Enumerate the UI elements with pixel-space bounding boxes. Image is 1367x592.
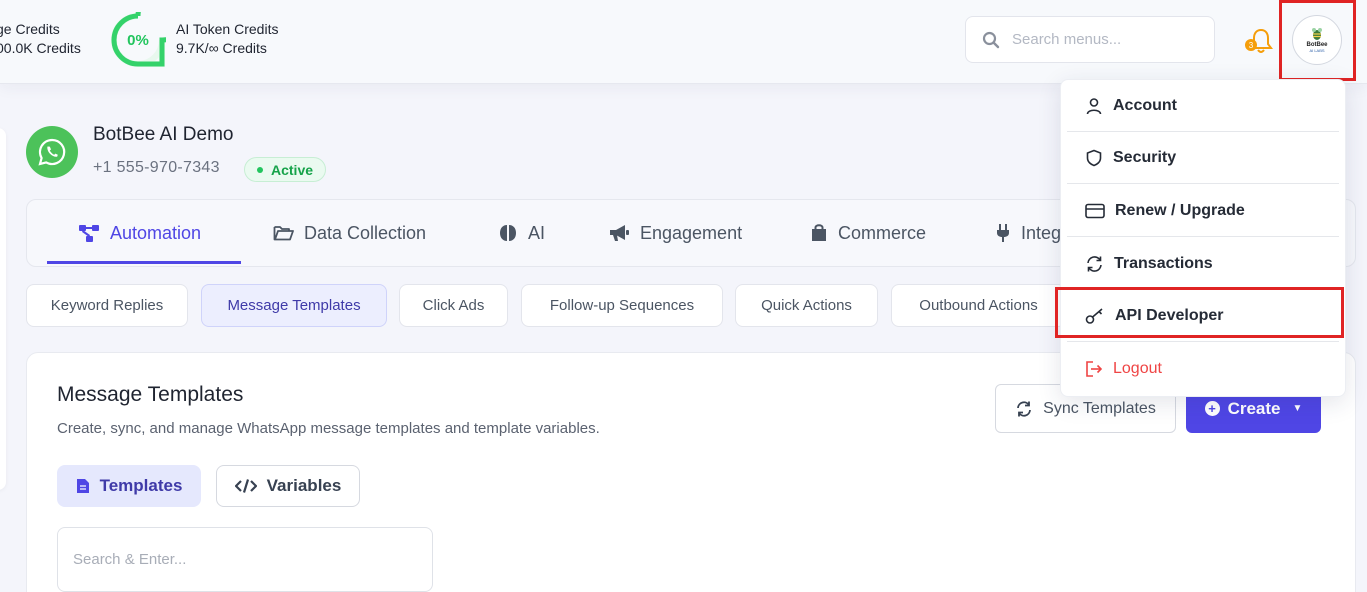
message-credits-value: 00.0K Credits xyxy=(0,40,81,56)
menu-item-renew-upgrade[interactable]: Renew / Upgrade xyxy=(1067,185,1339,237)
ai-token-credits-value: 9.7K/∞ Credits xyxy=(176,40,267,56)
menu-item-logout[interactable]: Logout xyxy=(1067,343,1339,395)
menu-search[interactable] xyxy=(965,16,1215,63)
active-tab-underline xyxy=(47,261,241,264)
template-search[interactable] xyxy=(57,527,433,592)
ai-token-credits: AI Token Credits 9.7K/∞ Credits xyxy=(176,20,278,58)
code-icon xyxy=(234,479,257,493)
message-credits-title: ge Credits xyxy=(0,21,60,37)
sync-icon xyxy=(1017,400,1032,417)
menu-item-label: Logout xyxy=(1113,360,1162,377)
ai-token-credits-title: AI Token Credits xyxy=(176,21,279,37)
segment-templates-label: Templates xyxy=(99,476,183,495)
api-developer-highlight-box xyxy=(1055,287,1344,338)
tab-data-collection[interactable]: Data Collection xyxy=(273,221,426,245)
notification-badge: 3 xyxy=(1245,39,1257,51)
logout-icon xyxy=(1086,361,1103,377)
tab-label: Data Collection xyxy=(304,222,427,243)
tab-label: AI xyxy=(528,222,546,243)
create-label: Create xyxy=(1227,398,1281,418)
tab-label: Integ xyxy=(1021,222,1062,243)
template-search-input[interactable] xyxy=(73,551,413,568)
shield-icon xyxy=(1086,149,1102,166)
subtab-message-templates[interactable]: Message Templates xyxy=(201,284,387,327)
segment-templates[interactable]: Templates xyxy=(57,465,201,507)
menu-item-security[interactable]: Security xyxy=(1067,132,1339,184)
bee-logo-icon xyxy=(1312,28,1322,40)
sync-templates-label: Sync Templates xyxy=(1043,399,1156,417)
segment-variables[interactable]: Variables xyxy=(216,465,360,507)
document-icon xyxy=(76,479,89,493)
account-name: BotBee AI Demo xyxy=(93,124,234,145)
user-icon xyxy=(1086,97,1102,114)
segment-variables-label: Variables xyxy=(266,476,342,495)
refresh-icon xyxy=(1087,255,1102,272)
automation-icon xyxy=(79,225,99,242)
plus-circle-icon: + xyxy=(1204,401,1220,416)
account-phone: +1 555-970-7343 xyxy=(93,159,220,176)
menu-item-label: Renew / Upgrade xyxy=(1115,201,1245,219)
menu-item-transactions[interactable]: Transactions xyxy=(1067,238,1339,290)
search-icon xyxy=(982,31,1000,48)
avatar[interactable]: BotBee AI LABS xyxy=(1292,15,1342,65)
status-label: Active xyxy=(271,161,314,178)
brain-icon xyxy=(500,225,516,241)
tab-label: Commerce xyxy=(838,222,927,243)
avatar-brand-sub: AI LABS xyxy=(1309,48,1325,53)
folder-icon xyxy=(273,226,294,241)
page-title: Message Templates xyxy=(57,383,244,406)
chevron-down-icon: ▼ xyxy=(1292,403,1303,414)
sidebar-card-edge xyxy=(0,128,6,490)
menu-item-label: Account xyxy=(1113,96,1177,114)
subtab-keyword-replies[interactable]: Keyword Replies xyxy=(26,284,188,327)
whatsapp-icon xyxy=(26,126,78,178)
tab-engagement[interactable]: Engagement xyxy=(608,221,742,245)
credit-card-icon xyxy=(1085,203,1105,218)
tab-ai[interactable]: AI xyxy=(498,221,545,245)
message-credits: ge Credits 00.0K Credits xyxy=(0,20,81,58)
menu-item-label: Transactions xyxy=(1114,254,1213,272)
page-subtitle: Create, sync, and manage WhatsApp messag… xyxy=(57,420,600,437)
menu-item-account[interactable]: Account xyxy=(1067,80,1339,132)
menu-item-label: Security xyxy=(1113,148,1177,166)
tab-label: Automation xyxy=(110,222,202,243)
usage-gauge: 0% xyxy=(110,0,189,68)
shopping-bag-icon xyxy=(812,224,826,241)
tab-label: Engagement xyxy=(640,222,743,243)
status-dot-icon xyxy=(257,166,263,173)
tab-commerce[interactable]: Commerce xyxy=(810,221,926,245)
subtab-follow-up-sequences[interactable]: Follow-up Sequences xyxy=(521,284,723,327)
subtab-click-ads[interactable]: Click Ads xyxy=(399,284,508,327)
search-input[interactable] xyxy=(1012,31,1202,48)
status-badge: Active xyxy=(244,157,327,182)
subtab-outbound-actions[interactable]: Outbound Actions xyxy=(891,284,1066,327)
plug-icon xyxy=(997,224,1009,242)
tab-integrations[interactable]: Integ xyxy=(995,221,1061,245)
gauge-percent: 0% xyxy=(127,31,149,49)
tab-automation[interactable]: Automation xyxy=(78,221,201,245)
subtab-quick-actions[interactable]: Quick Actions xyxy=(735,284,878,327)
megaphone-icon xyxy=(610,225,629,241)
